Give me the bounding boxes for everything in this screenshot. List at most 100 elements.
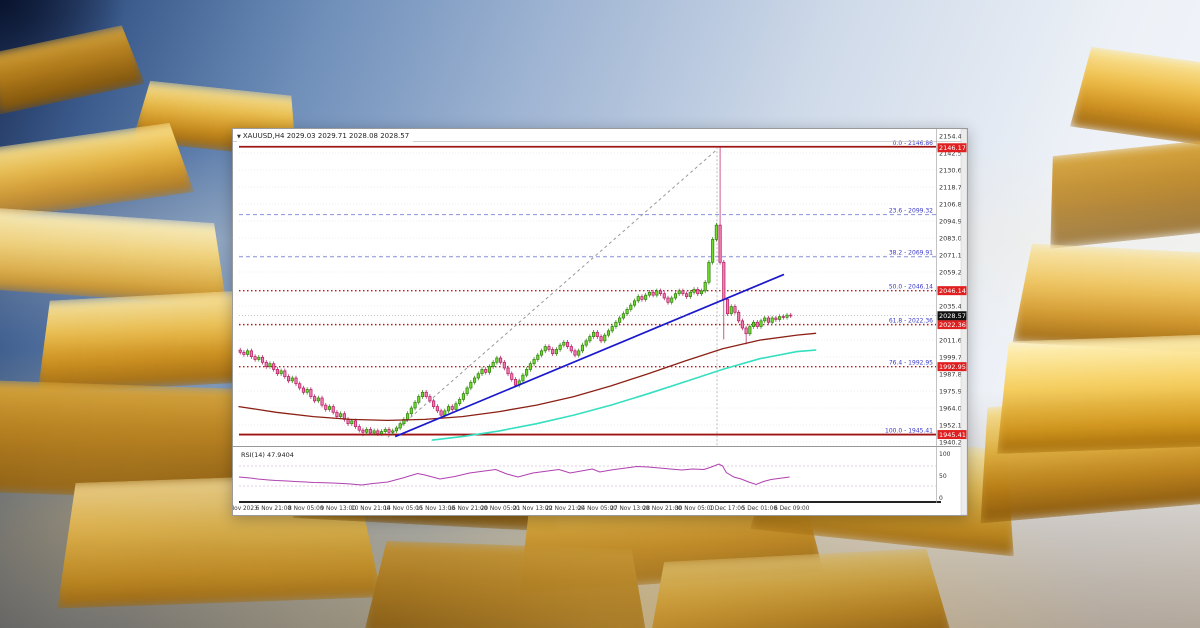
rsi-line: [239, 464, 790, 485]
candle-body: [265, 362, 267, 366]
time-axis-label: 5 Dec 01:00: [742, 506, 778, 512]
candle-body: [272, 364, 274, 370]
fib-level-label: 100.0 - 1945.41: [885, 428, 933, 435]
candle-body: [607, 331, 609, 335]
candle-body: [548, 347, 550, 350]
candle-body: [302, 388, 304, 392]
candle-body: [626, 309, 628, 313]
candle-body: [745, 328, 747, 334]
candle-body: [767, 318, 769, 322]
candle-body: [436, 407, 438, 411]
candle-body: [414, 402, 416, 408]
candle-body: [503, 362, 505, 368]
candle-body: [332, 407, 334, 413]
candle-body: [321, 398, 323, 405]
candle-body: [648, 292, 650, 295]
time-axis-label: 3 Nov 2023: [233, 506, 258, 512]
candle-body: [689, 292, 691, 296]
support-trendline[interactable]: [395, 274, 784, 436]
candle-body: [726, 299, 728, 313]
candle-body: [287, 377, 289, 381]
candle-body: [633, 301, 635, 305]
candle-body: [284, 371, 286, 377]
candle-body: [280, 371, 282, 374]
candle-body: [429, 397, 431, 401]
candle-body: [559, 345, 561, 349]
candle-body: [444, 411, 446, 415]
candle-body: [555, 349, 557, 353]
current-price-axis-box-value: 2028.57: [939, 312, 966, 320]
candle-body: [656, 291, 658, 295]
candle-body: [611, 327, 613, 331]
candle-body: [425, 392, 427, 396]
projection-dashed[interactable]: [388, 149, 717, 437]
candle-body: [760, 321, 762, 327]
candle-body: [644, 295, 646, 299]
candle-body: [563, 342, 565, 345]
candle-body: [667, 298, 669, 302]
fib-level-label: 38.2 - 2069.91: [889, 250, 933, 257]
candle-body: [481, 369, 483, 373]
candle-body: [749, 327, 751, 334]
candle-body: [511, 374, 513, 380]
candle-body: [678, 291, 680, 294]
candle-body: [685, 294, 687, 297]
candle-body: [462, 394, 464, 400]
candle-body: [432, 401, 434, 407]
candle-body: [574, 351, 576, 355]
candle-body: [782, 317, 784, 318]
candle-body: [592, 332, 594, 336]
candle-body: [533, 359, 535, 363]
candle-body: [418, 397, 420, 403]
candle-body: [269, 364, 271, 367]
candle-body: [708, 262, 710, 282]
candle-body: [299, 384, 301, 388]
candle-body: [652, 292, 654, 295]
candle-body: [737, 312, 739, 321]
candle-body: [723, 262, 725, 299]
candle-body: [715, 225, 717, 239]
candle-body: [473, 378, 475, 382]
candle-body: [551, 349, 553, 353]
candle-body: [306, 389, 308, 392]
price-line-axis-box-value: 2022.36: [939, 321, 966, 329]
candle-body: [659, 291, 661, 294]
candle-body: [764, 318, 766, 321]
chart-title-text: XAUUSD,H4 2029.03 2029.71 2028.08 2028.5…: [243, 132, 409, 140]
candle-body: [455, 404, 457, 410]
candle-body: [540, 351, 542, 355]
candle-body: [458, 399, 460, 403]
candle-body: [615, 322, 617, 326]
candle-body: [485, 369, 487, 372]
candle-body: [276, 369, 278, 373]
candle-body: [596, 332, 598, 336]
symbol-dropdown-icon[interactable]: ▼: [237, 134, 241, 140]
candle-body: [600, 337, 602, 341]
candle-body: [566, 342, 568, 346]
candle-body: [369, 429, 371, 433]
candle-body: [730, 307, 732, 314]
rsi-axis-label: 100: [939, 451, 951, 458]
fib-level-label: 61.8 - 2022.36: [889, 318, 933, 325]
candle-body: [618, 318, 620, 322]
candle-body: [250, 351, 252, 357]
candle-body: [440, 411, 442, 415]
candle-body: [641, 297, 643, 300]
chart-window[interactable]: ▼XAUUSD,H4 2029.03 2029.71 2028.08 2028.…: [232, 128, 968, 516]
fib-level-label: 23.6 - 2099.32: [889, 208, 933, 215]
price-line-axis-box-value: 2146.17: [939, 144, 966, 152]
candle-body: [395, 428, 397, 431]
candle-body: [630, 305, 632, 309]
candle-body: [470, 382, 472, 388]
candle-body: [704, 282, 706, 291]
time-axis-label: 6 Nov 21:00: [256, 506, 292, 512]
chart-title-bar[interactable]: ▼XAUUSD,H4 2029.03 2029.71 2028.08 2028.…: [237, 131, 413, 142]
candle-body: [421, 392, 423, 396]
price-chart-canvas[interactable]: 2154.402142.502130.602118.702106.802094.…: [233, 129, 967, 515]
time-axis-label: 1 Dec 17:00: [709, 506, 745, 512]
candle-body: [775, 318, 777, 319]
candle-body: [291, 378, 293, 381]
candle-body: [239, 350, 241, 352]
price-line-axis-box-value: 1992.95: [939, 363, 966, 371]
rsi-axis-label: 0: [939, 495, 943, 502]
